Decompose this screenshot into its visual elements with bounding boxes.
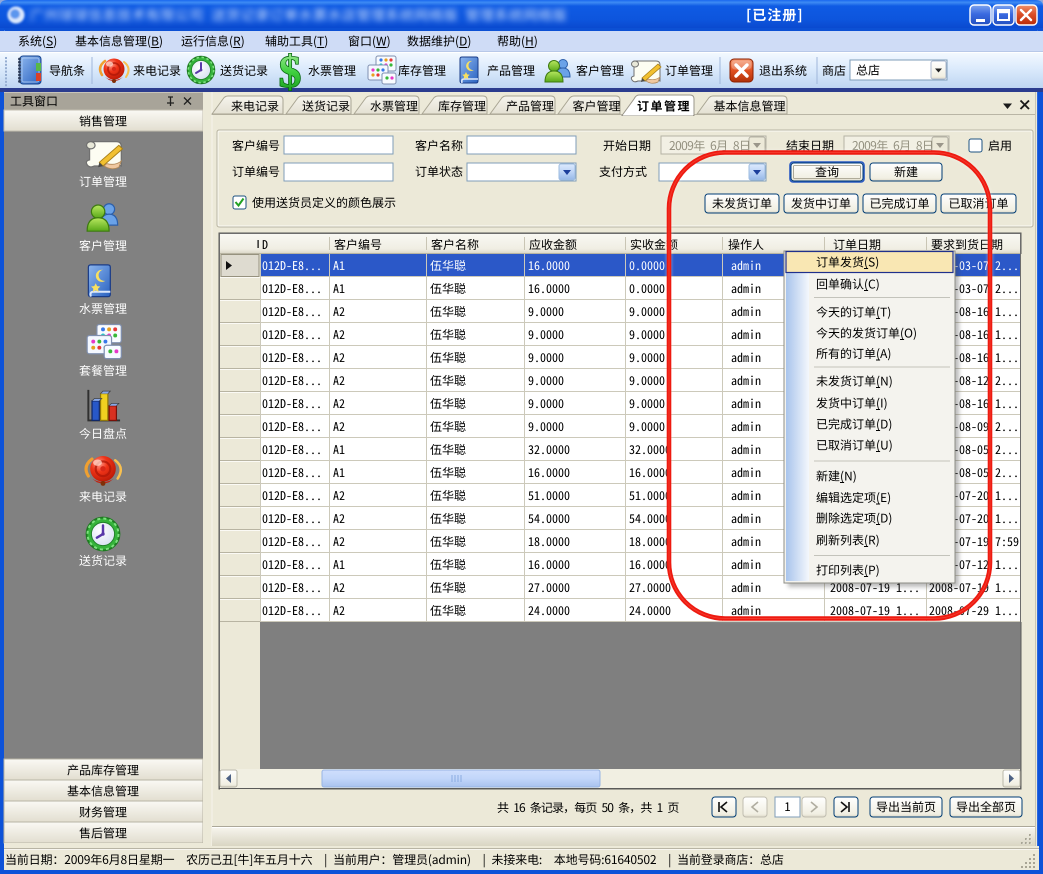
svg-text:$: $ <box>279 47 302 97</box>
